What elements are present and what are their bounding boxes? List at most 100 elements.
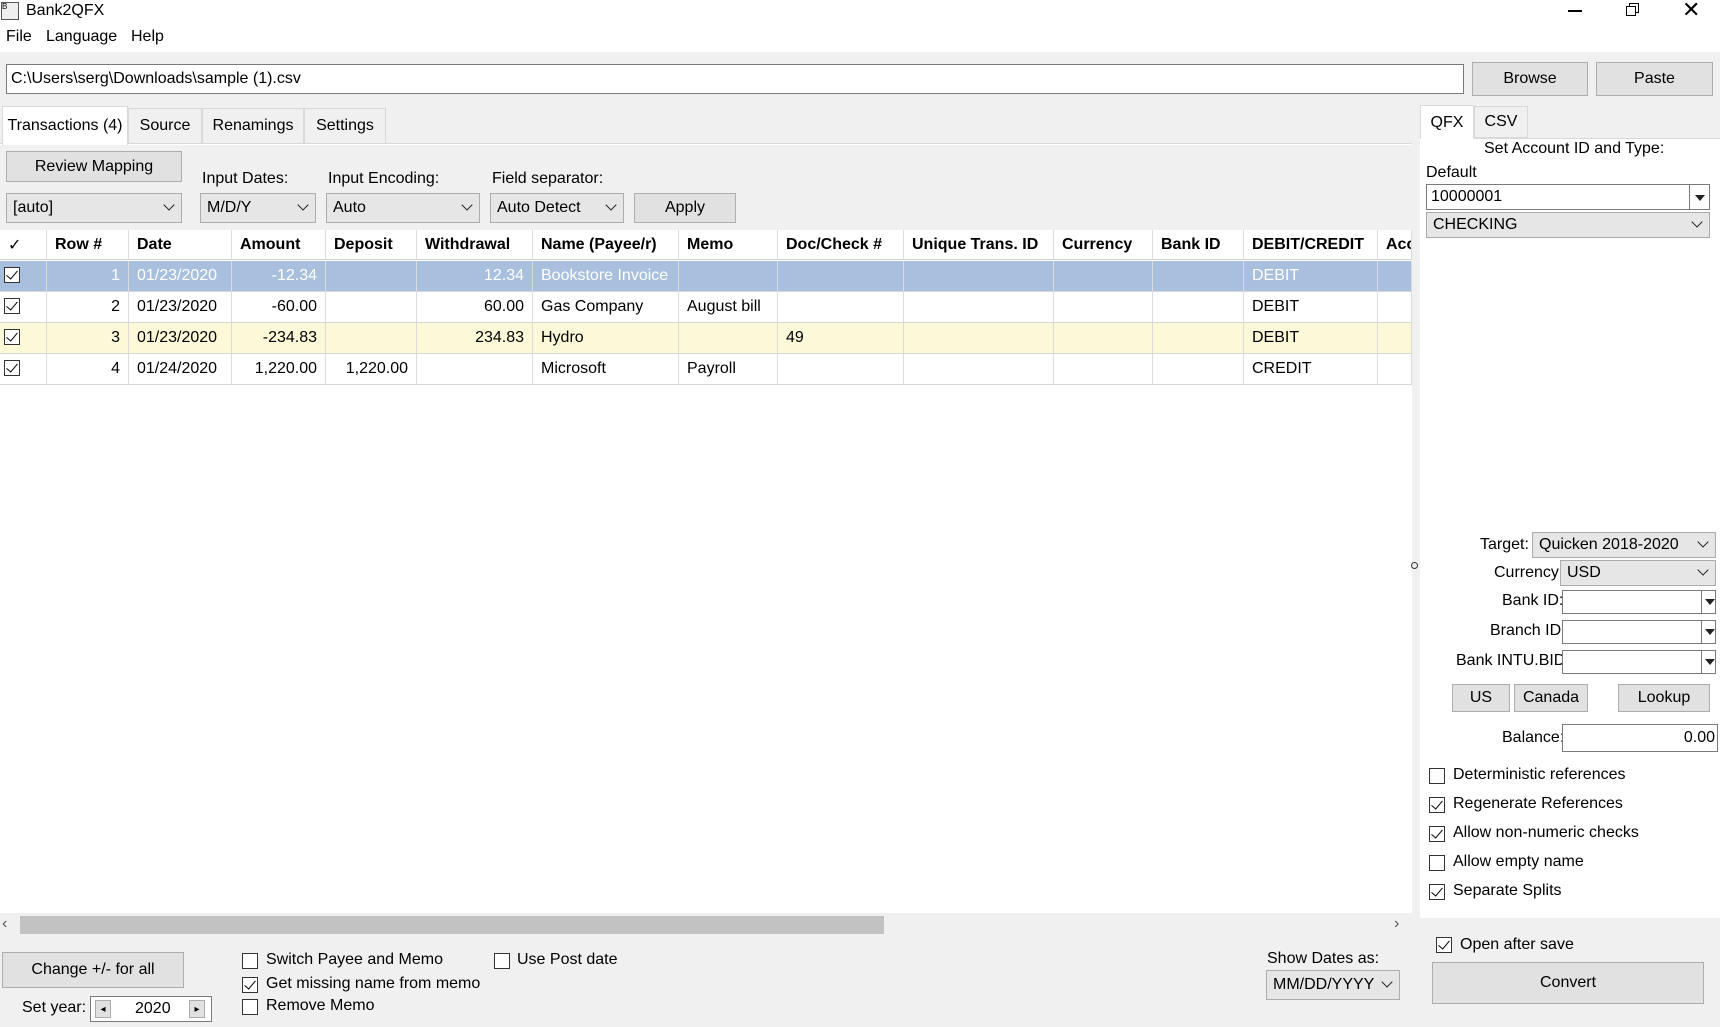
remove-memo-checkbox[interactable] bbox=[242, 999, 258, 1015]
scroll-left-icon[interactable]: ‹ bbox=[2, 915, 7, 933]
paste-button[interactable]: Paste bbox=[1596, 62, 1713, 96]
cell-amount[interactable]: -234.83 bbox=[232, 323, 326, 353]
cell-acc[interactable] bbox=[1378, 292, 1412, 322]
cell-memo[interactable] bbox=[679, 261, 778, 291]
show-dates-select[interactable]: MM/DD/YYYY bbox=[1266, 970, 1400, 1000]
cell-doc[interactable] bbox=[778, 292, 904, 322]
cell-deposit[interactable] bbox=[326, 323, 417, 353]
minimize-icon[interactable] bbox=[1568, 10, 1582, 12]
col-doc[interactable]: Doc/Check # bbox=[778, 230, 904, 260]
cell-withdrawal[interactable]: 234.83 bbox=[417, 323, 533, 353]
cell-dc[interactable]: DEBIT bbox=[1244, 261, 1378, 291]
bank-id-input[interactable] bbox=[1562, 590, 1716, 614]
row-include-cell[interactable] bbox=[0, 323, 47, 353]
col-deposit[interactable]: Deposit bbox=[326, 230, 417, 260]
cell-acc[interactable] bbox=[1378, 323, 1412, 353]
col-row[interactable]: Row # bbox=[47, 230, 129, 260]
use-post-date-checkbox[interactable] bbox=[494, 953, 510, 969]
row-include-cell[interactable] bbox=[0, 261, 47, 291]
cell-date[interactable]: 01/23/2020 bbox=[129, 323, 232, 353]
branch-id-input[interactable] bbox=[1562, 620, 1716, 644]
cell-doc[interactable] bbox=[778, 261, 904, 291]
change-sign-button[interactable]: Change +/- for all bbox=[2, 952, 184, 988]
us-button[interactable]: US bbox=[1452, 684, 1510, 712]
dropdown-arrow-icon[interactable] bbox=[1705, 629, 1715, 635]
cell-row[interactable]: 3 bbox=[47, 323, 129, 353]
open-after-save-checkbox[interactable] bbox=[1436, 937, 1452, 953]
option-checkbox[interactable] bbox=[1429, 884, 1445, 900]
cell-amount[interactable]: -60.00 bbox=[232, 292, 326, 322]
convert-button[interactable]: Convert bbox=[1432, 962, 1704, 1004]
cell-name[interactable]: Bookstore Invoice bbox=[533, 261, 679, 291]
tab-transactions[interactable]: Transactions (4) bbox=[2, 106, 128, 145]
col-amount[interactable]: Amount bbox=[232, 230, 326, 260]
row-include-checkbox[interactable] bbox=[4, 298, 20, 314]
browse-button[interactable]: Browse bbox=[1472, 62, 1588, 96]
tab-settings[interactable]: Settings bbox=[304, 108, 386, 144]
horizontal-scrollbar[interactable]: ‹ › bbox=[0, 913, 1412, 937]
restore-icon[interactable] bbox=[1626, 3, 1639, 16]
menu-language[interactable]: Language bbox=[46, 28, 117, 46]
cell-bankid[interactable] bbox=[1153, 261, 1244, 291]
year-increment-button[interactable]: ▸ bbox=[189, 1000, 205, 1018]
scroll-right-icon[interactable]: › bbox=[1394, 915, 1399, 933]
menu-file[interactable]: File bbox=[6, 28, 32, 46]
tab-renamings[interactable]: Renamings bbox=[202, 108, 304, 144]
cell-bankid[interactable] bbox=[1153, 292, 1244, 322]
scrollbar-thumb[interactable] bbox=[20, 916, 884, 934]
tab-csv[interactable]: CSV bbox=[1474, 106, 1528, 138]
cell-uid[interactable] bbox=[904, 323, 1054, 353]
cell-uid[interactable] bbox=[904, 354, 1054, 384]
cell-uid[interactable] bbox=[904, 292, 1054, 322]
cell-acc[interactable] bbox=[1378, 261, 1412, 291]
row-include-cell[interactable] bbox=[0, 292, 47, 322]
cell-bankid[interactable] bbox=[1153, 323, 1244, 353]
cell-date[interactable]: 01/24/2020 bbox=[129, 354, 232, 384]
get-missing-name-checkbox[interactable] bbox=[242, 977, 258, 993]
col-acc[interactable]: Acc bbox=[1378, 230, 1412, 260]
switch-payee-memo-checkbox[interactable] bbox=[242, 953, 258, 969]
review-mapping-button[interactable]: Review Mapping bbox=[6, 151, 182, 182]
cell-dc[interactable]: DEBIT bbox=[1244, 323, 1378, 353]
target-select[interactable]: Quicken 2018-2020 bbox=[1532, 532, 1716, 558]
cell-deposit[interactable] bbox=[326, 292, 417, 322]
cell-row[interactable]: 4 bbox=[47, 354, 129, 384]
row-include-checkbox[interactable] bbox=[4, 267, 20, 283]
table-row[interactable]: 1 01/23/2020 -12.34 12.34 Bookstore Invoice D… bbox=[0, 261, 1412, 292]
table-row[interactable]: 2 01/23/2020 -60.00 60.00 Gas Company August … bbox=[0, 292, 1412, 323]
year-value[interactable]: 2020 bbox=[135, 1000, 171, 1018]
cell-acc[interactable] bbox=[1378, 354, 1412, 384]
tab-source[interactable]: Source bbox=[128, 108, 202, 144]
cell-amount[interactable]: -12.34 bbox=[232, 261, 326, 291]
year-stepper[interactable]: ◂ 2020 ▸ bbox=[90, 996, 212, 1022]
apply-button[interactable]: Apply bbox=[634, 193, 736, 223]
cell-currency[interactable] bbox=[1054, 292, 1153, 322]
cell-memo[interactable]: August bill bbox=[679, 292, 778, 322]
cell-amount[interactable]: 1,220.00 bbox=[232, 354, 326, 384]
file-path-input[interactable]: C:\Users\serg\Downloads\sample (1).csv bbox=[6, 64, 1464, 94]
col-debitcredit[interactable]: DEBIT/CREDIT bbox=[1244, 230, 1378, 260]
row-include-checkbox[interactable] bbox=[4, 329, 20, 345]
col-withdrawal[interactable]: Withdrawal bbox=[417, 230, 533, 260]
cell-withdrawal[interactable] bbox=[417, 354, 533, 384]
balance-input[interactable]: 0.00 bbox=[1562, 724, 1718, 752]
col-date[interactable]: Date bbox=[129, 230, 232, 260]
input-encoding-select[interactable]: Auto bbox=[326, 193, 480, 223]
cell-row[interactable]: 2 bbox=[47, 292, 129, 322]
cell-memo[interactable]: Payroll bbox=[679, 354, 778, 384]
currency-select[interactable]: USD bbox=[1560, 560, 1716, 586]
cell-currency[interactable] bbox=[1054, 261, 1153, 291]
cell-name[interactable]: Hydro bbox=[533, 323, 679, 353]
table-row[interactable]: 3 01/23/2020 -234.83 234.83 Hydro 49 DEBIT bbox=[0, 323, 1412, 354]
cell-dc[interactable]: CREDIT bbox=[1244, 354, 1378, 384]
col-memo[interactable]: Memo bbox=[679, 230, 778, 260]
input-dates-select[interactable]: M/D/Y bbox=[200, 193, 316, 223]
col-currency[interactable]: Currency bbox=[1054, 230, 1153, 260]
cell-dc[interactable]: DEBIT bbox=[1244, 292, 1378, 322]
cell-doc[interactable]: 49 bbox=[778, 323, 904, 353]
col-bankid[interactable]: Bank ID bbox=[1153, 230, 1244, 260]
cell-bankid[interactable] bbox=[1153, 354, 1244, 384]
option-checkbox[interactable] bbox=[1429, 826, 1445, 842]
cell-deposit[interactable]: 1,220.00 bbox=[326, 354, 417, 384]
cell-name[interactable]: Gas Company bbox=[533, 292, 679, 322]
